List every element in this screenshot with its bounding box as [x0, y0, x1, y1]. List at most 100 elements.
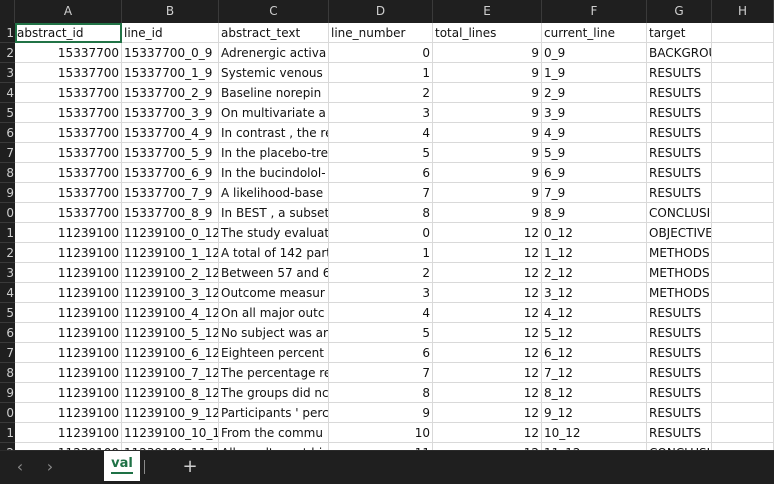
table-cell[interactable]: 12	[433, 223, 542, 243]
table-cell[interactable]: 0	[329, 223, 433, 243]
table-cell[interactable]: 15337700	[15, 203, 122, 223]
table-cell[interactable]: METHODS	[647, 263, 712, 283]
table-cell[interactable]: 15337700_0_9	[122, 43, 219, 63]
table-cell[interactable]: 6_12	[542, 343, 647, 363]
table-cell[interactable]	[712, 103, 774, 123]
table-cell[interactable]: 9	[433, 123, 542, 143]
table-cell[interactable]	[712, 163, 774, 183]
table-cell[interactable]: RESULTS	[647, 363, 712, 383]
table-cell[interactable]: 7	[329, 183, 433, 203]
table-cell[interactable]: 3	[329, 103, 433, 123]
header-cell[interactable]: abstract_text	[219, 23, 329, 43]
table-cell[interactable]: 11239100	[15, 223, 122, 243]
table-cell[interactable]: 5	[329, 323, 433, 343]
table-cell[interactable]: 11_12	[542, 443, 647, 450]
table-cell[interactable]: In the bucindolol-	[219, 163, 329, 183]
table-cell[interactable]: 3	[329, 283, 433, 303]
table-cell[interactable]	[712, 443, 774, 450]
table-cell[interactable]: 4	[329, 123, 433, 143]
table-cell[interactable]: 11239100_6_12	[122, 343, 219, 363]
row-number[interactable]: 7	[0, 143, 15, 163]
table-cell[interactable]: 11239100	[15, 363, 122, 383]
table-cell[interactable]: 11	[329, 443, 433, 450]
column-header-e[interactable]: E	[433, 0, 542, 23]
table-cell[interactable]: Systemic venous	[219, 63, 329, 83]
table-cell[interactable]: 2	[329, 263, 433, 283]
table-cell[interactable]: On multivariate a	[219, 103, 329, 123]
table-cell[interactable]	[712, 243, 774, 263]
table-cell[interactable]: 12	[433, 443, 542, 450]
table-cell[interactable]: 11239100	[15, 303, 122, 323]
table-cell[interactable]: In BEST , a subset	[219, 203, 329, 223]
header-cell[interactable]: abstract_id	[15, 23, 122, 43]
table-cell[interactable]: 11239100_4_12	[122, 303, 219, 323]
table-cell[interactable]	[712, 263, 774, 283]
table-cell[interactable]: 11239100	[15, 243, 122, 263]
table-cell[interactable]: RESULTS	[647, 183, 712, 203]
table-cell[interactable]	[712, 63, 774, 83]
table-cell[interactable]: 11239100_5_12	[122, 323, 219, 343]
table-cell[interactable]: Adrenergic activa	[219, 43, 329, 63]
table-cell[interactable]: 9	[433, 203, 542, 223]
table-cell[interactable]: RESULTS	[647, 323, 712, 343]
table-cell[interactable]: 8_9	[542, 203, 647, 223]
table-cell[interactable]: 12	[433, 243, 542, 263]
column-header-c[interactable]: C	[219, 0, 329, 23]
table-cell[interactable]: 11239100	[15, 263, 122, 283]
select-all-corner[interactable]	[0, 0, 15, 23]
table-cell[interactable]: The study evaluat	[219, 223, 329, 243]
table-cell[interactable]	[712, 283, 774, 303]
row-number[interactable]: 4	[0, 83, 15, 103]
row-number[interactable]: 5	[0, 103, 15, 123]
table-cell[interactable]: OBJECTIVE	[647, 223, 712, 243]
column-header-h[interactable]: H	[712, 0, 774, 23]
row-number[interactable]: 9	[0, 383, 15, 403]
table-cell[interactable]: 12	[433, 383, 542, 403]
table-cell[interactable]: 15337700_5_9	[122, 143, 219, 163]
table-cell[interactable]: 4_9	[542, 123, 647, 143]
table-cell[interactable]: 2	[329, 83, 433, 103]
row-number[interactable]: 1	[0, 423, 15, 443]
table-cell[interactable]: 0	[329, 43, 433, 63]
table-cell[interactable]: 12	[433, 323, 542, 343]
table-cell[interactable]: 15337700_6_9	[122, 163, 219, 183]
table-cell[interactable]: A likelihood-base	[219, 183, 329, 203]
table-cell[interactable]: In the placebo-tre	[219, 143, 329, 163]
table-cell[interactable]: RESULTS	[647, 383, 712, 403]
table-cell[interactable]: 12	[433, 343, 542, 363]
row-number[interactable]: 8	[0, 163, 15, 183]
sheet-tab-val[interactable]: val	[104, 451, 140, 481]
table-cell[interactable]: 10	[329, 423, 433, 443]
table-cell[interactable]: 11239100	[15, 403, 122, 423]
table-cell[interactable]: 15337700	[15, 43, 122, 63]
table-cell[interactable]: A total of 142 part	[219, 243, 329, 263]
table-cell[interactable]: 15337700	[15, 123, 122, 143]
table-cell[interactable]: 9	[433, 103, 542, 123]
table-cell[interactable]: 5_12	[542, 323, 647, 343]
table-cell[interactable]: From the commu	[219, 423, 329, 443]
row-number[interactable]: 7	[0, 343, 15, 363]
table-cell[interactable]: 9	[433, 63, 542, 83]
table-cell[interactable]: 4	[329, 303, 433, 323]
table-cell[interactable]: On all major outc	[219, 303, 329, 323]
table-cell[interactable]: METHODS	[647, 243, 712, 263]
header-cell[interactable]: current_line	[542, 23, 647, 43]
table-cell[interactable]: 11239100_1_12	[122, 243, 219, 263]
table-cell[interactable]	[712, 423, 774, 443]
table-cell[interactable]: 11239100	[15, 323, 122, 343]
table-cell[interactable]: 11239100	[15, 383, 122, 403]
add-sheet-button[interactable]: +	[180, 457, 200, 477]
table-cell[interactable]: RESULTS	[647, 143, 712, 163]
header-cell[interactable]: line_id	[122, 23, 219, 43]
table-cell[interactable]: 6_9	[542, 163, 647, 183]
table-cell[interactable]: 11239100	[15, 443, 122, 450]
column-header-g[interactable]: G	[647, 0, 712, 23]
table-cell[interactable]: RESULTS	[647, 83, 712, 103]
table-cell[interactable]: 11239100_8_12	[122, 383, 219, 403]
next-sheet-button[interactable]: ›	[40, 457, 60, 477]
row-number[interactable]: 3	[0, 263, 15, 283]
table-cell[interactable]: 3_12	[542, 283, 647, 303]
table-cell[interactable]: 11239100_7_12	[122, 363, 219, 383]
column-header-f[interactable]: F	[542, 0, 647, 23]
table-cell[interactable]: Participants ' perc	[219, 403, 329, 423]
